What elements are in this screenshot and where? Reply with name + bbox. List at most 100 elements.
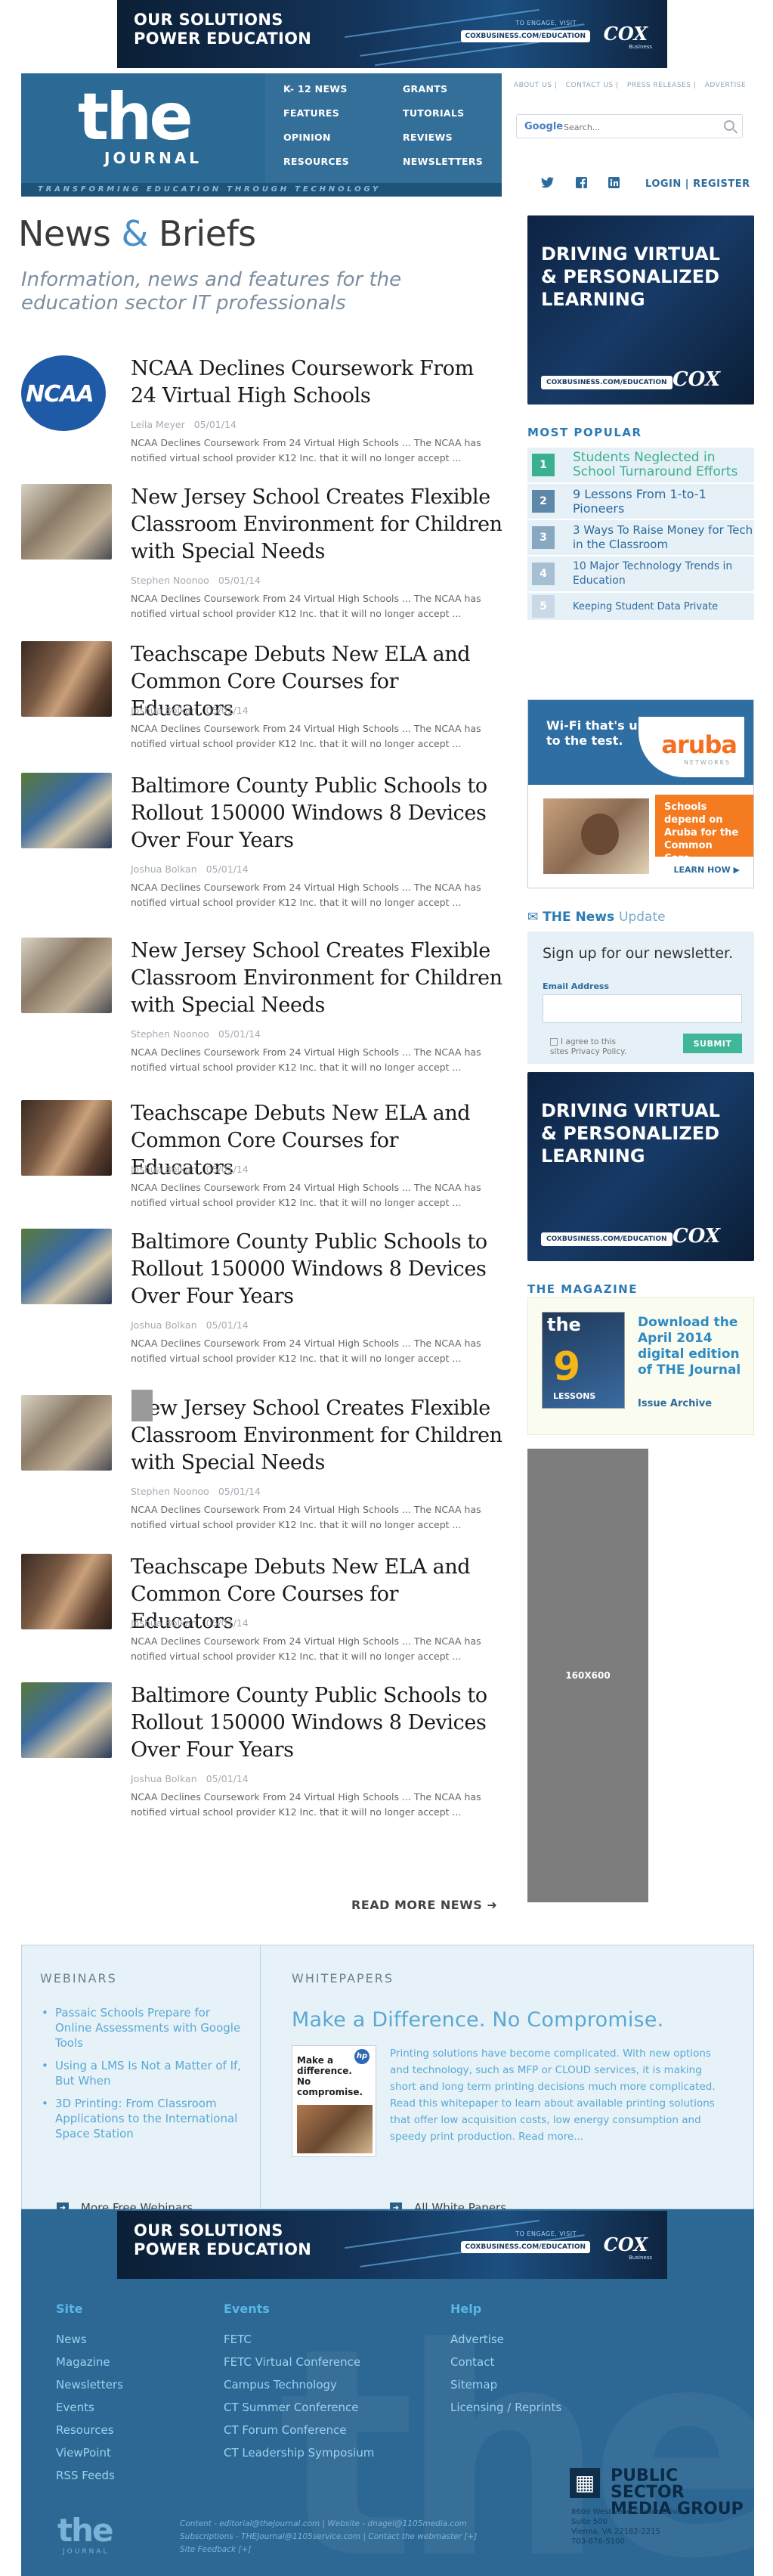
register-link[interactable]: REGISTER <box>693 178 750 190</box>
most-popular-item[interactable]: 2 9 Lessons From 1-to-1 Pioneers <box>527 484 754 520</box>
most-popular-item[interactable]: 5 Keeping Student Data Private <box>527 593 754 622</box>
article-author[interactable]: Joshua Bolkan <box>131 1164 197 1175</box>
banner-url[interactable]: COXBUSINESS.COM/EDUCATION <box>460 30 590 42</box>
rank-badge: 2 <box>532 490 555 513</box>
webinar-link[interactable]: Passaic Schools Prepare for Online Asses… <box>40 2005 244 2051</box>
article-title[interactable]: New Jersey School Creates Flexible Class… <box>131 1395 505 1477</box>
article-date: 05/01/14 <box>206 1319 249 1331</box>
top-ad-banner[interactable]: OUR SOLUTIONS POWER EDUCATION TO ENGAGE, … <box>117 0 667 68</box>
footer-link[interactable]: Advertise <box>450 2333 561 2355</box>
footer-link[interactable]: CT Summer Conference <box>224 2401 374 2423</box>
footer-link[interactable]: RSS Feeds <box>56 2469 123 2491</box>
link-advertise[interactable]: ADVERTISE <box>705 82 746 89</box>
site-logo[interactable]: the JOURNAL <box>21 73 265 183</box>
article-author[interactable]: Joshua Bolkan <box>131 863 197 875</box>
article-thumbnail[interactable] <box>21 1682 112 1758</box>
footer-link[interactable]: Magazine <box>56 2355 123 2378</box>
article-title[interactable]: New Jersey School Creates Flexible Class… <box>131 484 505 566</box>
sidebar-ad-title: DRIVING VIRTUAL & PERSONALIZED LEARNING <box>541 243 720 310</box>
footer-link[interactable]: Licensing / Reprints <box>450 2401 561 2423</box>
nav-features[interactable]: FEATURES <box>283 108 349 132</box>
article-thumbnail[interactable] <box>21 641 112 717</box>
article-title[interactable]: Baltimore County Public Schools to Rollo… <box>131 1682 505 1764</box>
article-author[interactable]: Joshua Bolkan <box>131 1319 197 1331</box>
whitepaper-description: Printing solutions have become complicat… <box>390 2047 716 2143</box>
article-thumbnail[interactable] <box>21 1554 112 1629</box>
login-link[interactable]: LOGIN <box>645 178 682 190</box>
article-author[interactable]: Stephen Noonoo <box>131 1486 209 1497</box>
webinar-link[interactable]: Using a LMS Is Not a Matter of If, But W… <box>40 2058 244 2088</box>
footer-contact-line[interactable]: Subscriptions - THEJournal@1105service.c… <box>180 2532 477 2541</box>
article-title[interactable]: New Jersey School Creates Flexible Class… <box>131 938 505 1019</box>
submit-button[interactable]: SUBMIT <box>683 1034 742 1053</box>
article-thumbnail[interactable] <box>21 1395 112 1471</box>
whitepaper-title[interactable]: Make a Difference. No Compromise. <box>292 2008 737 2032</box>
article-title[interactable]: Baltimore County Public Schools to Rollo… <box>131 1229 505 1310</box>
issue-archive-link[interactable]: Issue Archive <box>638 1398 712 1409</box>
article-date: 05/01/14 <box>218 1028 261 1040</box>
most-popular-item[interactable]: 4 10 Major Technology Trends in Education <box>527 556 754 593</box>
privacy-checkbox[interactable] <box>550 1038 558 1046</box>
article-author[interactable]: Joshua Bolkan <box>131 1773 197 1784</box>
most-popular-item[interactable]: 3 3 Ways To Raise Money for Tech in the C… <box>527 520 754 556</box>
footer-link[interactable]: FETC <box>224 2333 374 2355</box>
read-more-news-link[interactable]: READ MORE NEWS ➜ <box>351 1898 497 1912</box>
sidebar-ad-middle[interactable]: DRIVING VIRTUAL & PERSONALIZED LEARNING CO… <box>527 1072 754 1261</box>
article-author[interactable]: Joshua Bolkan <box>131 1617 197 1629</box>
nav-opinion[interactable]: OPINION <box>283 132 349 157</box>
article-author[interactable]: Joshua Bolkan <box>131 705 197 716</box>
facebook-icon[interactable] <box>576 177 587 191</box>
footer-link[interactable]: News <box>56 2333 123 2355</box>
download-magazine-link[interactable]: Download the April 2014 digital edition … <box>638 1315 744 1378</box>
article-thumbnail[interactable] <box>21 1100 112 1176</box>
article-author[interactable]: Leila Meyer <box>131 419 185 430</box>
whitepaper-image[interactable]: hp Make a difference. No compromise. <box>292 2045 376 2157</box>
article-thumbnail[interactable] <box>21 484 112 560</box>
magazine-cover[interactable]: the 9 LESSONS <box>542 1312 625 1409</box>
footer-contact-line[interactable]: Content - editorial@thejournal.com | Web… <box>180 2519 467 2528</box>
footer-link[interactable]: Events <box>56 2401 123 2423</box>
nav-newsletters[interactable]: NEWSLETTERS <box>403 157 483 181</box>
footer-link[interactable]: Newsletters <box>56 2378 123 2401</box>
article-thumbnail[interactable] <box>21 938 112 1013</box>
nav-grants[interactable]: GRANTS <box>403 84 483 108</box>
sidebar-ad-url[interactable]: COXBUSINESS.COM/EDUCATION <box>541 376 673 389</box>
sidebar-ad-url[interactable]: COXBUSINESS.COM/EDUCATION <box>541 1232 673 1246</box>
link-about-us[interactable]: ABOUT US <box>514 82 552 89</box>
webinar-link[interactable]: 3D Printing: From Classroom Applications… <box>40 2096 244 2141</box>
most-popular-item[interactable]: 1 Students Neglected in School Turnaround… <box>527 448 754 484</box>
footer-link[interactable]: Resources <box>56 2423 123 2446</box>
footer-link[interactable]: Sitemap <box>450 2378 561 2401</box>
article-title[interactable]: NCAA Declines Coursework From 24 Virtual… <box>131 355 505 410</box>
footer-link[interactable]: ViewPoint <box>56 2446 123 2469</box>
footer-ad-banner[interactable]: OUR SOLUTIONS POWER EDUCATION TO ENGAGE, … <box>117 2211 667 2279</box>
footer-link[interactable]: Contact <box>450 2355 561 2378</box>
footer-link[interactable]: Campus Technology <box>224 2378 374 2401</box>
nav-reviews[interactable]: REVIEWS <box>403 132 483 157</box>
article-author[interactable]: Stephen Noonoo <box>131 1028 209 1040</box>
search-input[interactable] <box>564 119 715 135</box>
nav-tutorials[interactable]: TUTORIALS <box>403 108 483 132</box>
twitter-icon[interactable] <box>541 177 555 191</box>
learn-how-link[interactable]: LEARN HOW ▶ <box>673 865 740 875</box>
footer-feedback-link[interactable]: Site Feedback [+] <box>180 2545 251 2554</box>
nav-k12-news[interactable]: K- 12 NEWS <box>283 84 349 108</box>
article-thumbnail[interactable] <box>21 773 112 848</box>
article-thumbnail[interactable] <box>21 1229 112 1304</box>
link-press-releases[interactable]: PRESS RELEASES <box>627 82 691 89</box>
search-icon[interactable] <box>724 120 734 131</box>
article-title[interactable]: Baltimore County Public Schools to Rollo… <box>131 773 505 854</box>
article-thumbnail[interactable]: NCAA <box>21 355 112 431</box>
nav-resources[interactable]: RESOURCES <box>283 157 349 181</box>
link-contact-us[interactable]: CONTACT US <box>566 82 614 89</box>
footer-link[interactable]: FETC Virtual Conference <box>224 2355 374 2378</box>
article-author[interactable]: Stephen Noonoo <box>131 575 209 586</box>
email-field[interactable] <box>543 994 742 1023</box>
sidebar-ad-top[interactable]: DRIVING VIRTUAL & PERSONALIZED LEARNING CO… <box>527 215 754 405</box>
footer-logo[interactable]: the <box>57 2512 113 2549</box>
banner-url[interactable]: COXBUSINESS.COM/EDUCATION <box>460 2241 590 2253</box>
footer-link[interactable]: CT Forum Conference <box>224 2423 374 2446</box>
footer-link[interactable]: CT Leadership Symposium <box>224 2446 374 2469</box>
linkedin-icon[interactable] <box>608 177 620 191</box>
aruba-ad[interactable]: Wi-Fi that's up to the test. aruba NETWOR… <box>527 699 754 888</box>
